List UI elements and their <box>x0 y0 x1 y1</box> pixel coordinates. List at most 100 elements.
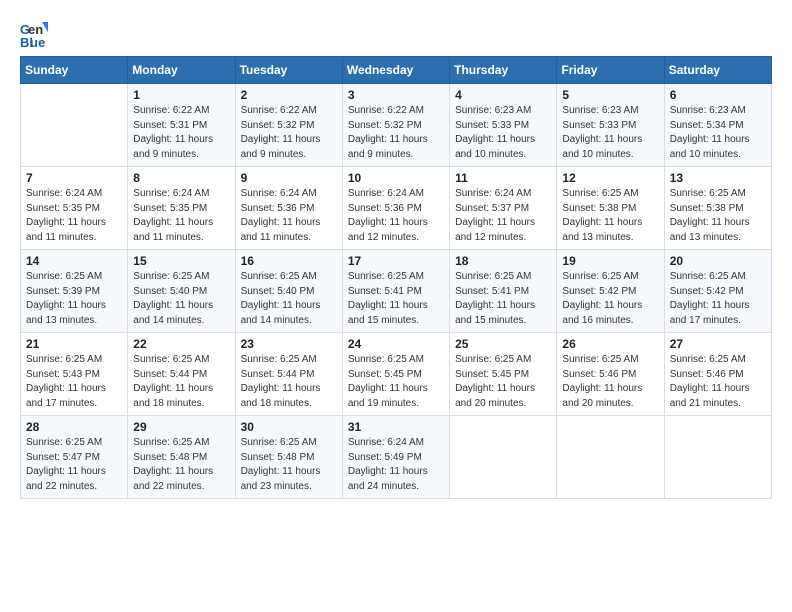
day-number: 10 <box>348 171 444 185</box>
calendar-cell: 22Sunrise: 6:25 AM Sunset: 5:44 PM Dayli… <box>128 333 235 416</box>
calendar-cell: 17Sunrise: 6:25 AM Sunset: 5:41 PM Dayli… <box>342 250 449 333</box>
day-info: Sunrise: 6:24 AM Sunset: 5:36 PM Dayligh… <box>241 187 337 245</box>
day-number: 2 <box>241 88 337 102</box>
svg-text:ue: ue <box>30 35 45 48</box>
day-info: Sunrise: 6:22 AM Sunset: 5:32 PM Dayligh… <box>348 104 444 162</box>
header-tuesday: Tuesday <box>235 57 342 84</box>
day-number: 4 <box>455 88 551 102</box>
day-info: Sunrise: 6:25 AM Sunset: 5:47 PM Dayligh… <box>26 436 122 494</box>
day-info: Sunrise: 6:25 AM Sunset: 5:45 PM Dayligh… <box>455 353 551 411</box>
day-info: Sunrise: 6:25 AM Sunset: 5:46 PM Dayligh… <box>670 353 766 411</box>
day-info: Sunrise: 6:25 AM Sunset: 5:42 PM Dayligh… <box>562 270 658 328</box>
day-info: Sunrise: 6:25 AM Sunset: 5:41 PM Dayligh… <box>455 270 551 328</box>
day-number: 27 <box>670 337 766 351</box>
day-number: 13 <box>670 171 766 185</box>
calendar-cell <box>450 416 557 499</box>
day-number: 21 <box>26 337 122 351</box>
day-number: 3 <box>348 88 444 102</box>
day-info: Sunrise: 6:25 AM Sunset: 5:42 PM Dayligh… <box>670 270 766 328</box>
calendar-cell: 23 Sunrise: 6:25 AM Sunset: 5:44 PM Dayli… <box>235 333 342 416</box>
calendar-body: 1Sunrise: 6:22 AM Sunset: 5:31 PM Daylig… <box>21 84 772 499</box>
day-number: 15 <box>133 254 229 268</box>
day-info: Sunrise: 6:24 AM Sunset: 5:36 PM Dayligh… <box>348 187 444 245</box>
calendar-cell: 10 Sunrise: 6:24 AM Sunset: 5:36 PM Dayli… <box>342 167 449 250</box>
day-number: 20 <box>670 254 766 268</box>
day-info: Sunrise: 6:25 AM Sunset: 5:39 PM Dayligh… <box>26 270 122 328</box>
calendar-cell: 19Sunrise: 6:25 AM Sunset: 5:42 PM Dayli… <box>557 250 664 333</box>
calendar-cell: 5 Sunrise: 6:23 AM Sunset: 5:33 PM Daylig… <box>557 84 664 167</box>
calendar-cell: 15 Sunrise: 6:25 AM Sunset: 5:40 PM Dayli… <box>128 250 235 333</box>
calendar-table: SundayMondayTuesdayWednesdayThursdayFrid… <box>20 56 772 499</box>
calendar-cell <box>557 416 664 499</box>
calendar-week-3: 14 Sunrise: 6:25 AM Sunset: 5:39 PM Dayli… <box>21 250 772 333</box>
day-number: 31 <box>348 420 444 434</box>
day-info: Sunrise: 6:25 AM Sunset: 5:38 PM Dayligh… <box>562 187 658 245</box>
calendar-cell: 29Sunrise: 6:25 AM Sunset: 5:48 PM Dayli… <box>128 416 235 499</box>
day-info: Sunrise: 6:25 AM Sunset: 5:48 PM Dayligh… <box>241 436 337 494</box>
calendar-cell: 2 Sunrise: 6:22 AM Sunset: 5:32 PM Daylig… <box>235 84 342 167</box>
calendar-cell: 7 Sunrise: 6:24 AM Sunset: 5:35 PM Daylig… <box>21 167 128 250</box>
calendar-cell: 25 Sunrise: 6:25 AM Sunset: 5:45 PM Dayli… <box>450 333 557 416</box>
day-info: Sunrise: 6:25 AM Sunset: 5:40 PM Dayligh… <box>241 270 337 328</box>
day-number: 30 <box>241 420 337 434</box>
day-number: 7 <box>26 171 122 185</box>
day-info: Sunrise: 6:25 AM Sunset: 5:40 PM Dayligh… <box>133 270 229 328</box>
calendar-cell: 26 Sunrise: 6:25 AM Sunset: 5:46 PM Dayli… <box>557 333 664 416</box>
day-info: Sunrise: 6:25 AM Sunset: 5:43 PM Dayligh… <box>26 353 122 411</box>
calendar-cell: 18 Sunrise: 6:25 AM Sunset: 5:41 PM Dayli… <box>450 250 557 333</box>
logo: G en Bl ue <box>20 20 52 48</box>
page-header: G en Bl ue <box>20 20 772 48</box>
day-number: 26 <box>562 337 658 351</box>
calendar-week-2: 7 Sunrise: 6:24 AM Sunset: 5:35 PM Daylig… <box>21 167 772 250</box>
calendar-cell: 14 Sunrise: 6:25 AM Sunset: 5:39 PM Dayli… <box>21 250 128 333</box>
day-info: Sunrise: 6:23 AM Sunset: 5:34 PM Dayligh… <box>670 104 766 162</box>
day-number: 16 <box>241 254 337 268</box>
calendar-cell: 13 Sunrise: 6:25 AM Sunset: 5:38 PM Dayli… <box>664 167 771 250</box>
day-number: 5 <box>562 88 658 102</box>
day-number: 9 <box>241 171 337 185</box>
day-number: 23 <box>241 337 337 351</box>
calendar-cell: 27 Sunrise: 6:25 AM Sunset: 5:46 PM Dayli… <box>664 333 771 416</box>
calendar-week-5: 28Sunrise: 6:25 AM Sunset: 5:47 PM Dayli… <box>21 416 772 499</box>
day-number: 25 <box>455 337 551 351</box>
calendar-cell: 20 Sunrise: 6:25 AM Sunset: 5:42 PM Dayli… <box>664 250 771 333</box>
header-wednesday: Wednesday <box>342 57 449 84</box>
calendar-week-4: 21 Sunrise: 6:25 AM Sunset: 5:43 PM Dayli… <box>21 333 772 416</box>
calendar-cell: 12 Sunrise: 6:25 AM Sunset: 5:38 PM Dayli… <box>557 167 664 250</box>
day-info: Sunrise: 6:23 AM Sunset: 5:33 PM Dayligh… <box>562 104 658 162</box>
calendar-cell: 4 Sunrise: 6:23 AM Sunset: 5:33 PM Daylig… <box>450 84 557 167</box>
day-info: Sunrise: 6:22 AM Sunset: 5:32 PM Dayligh… <box>241 104 337 162</box>
day-info: Sunrise: 6:25 AM Sunset: 5:41 PM Dayligh… <box>348 270 444 328</box>
calendar-week-1: 1Sunrise: 6:22 AM Sunset: 5:31 PM Daylig… <box>21 84 772 167</box>
day-number: 22 <box>133 337 229 351</box>
day-info: Sunrise: 6:25 AM Sunset: 5:38 PM Dayligh… <box>670 187 766 245</box>
day-number: 8 <box>133 171 229 185</box>
calendar-cell: 24Sunrise: 6:25 AM Sunset: 5:45 PM Dayli… <box>342 333 449 416</box>
day-number: 12 <box>562 171 658 185</box>
day-info: Sunrise: 6:24 AM Sunset: 5:35 PM Dayligh… <box>133 187 229 245</box>
calendar-cell: 1Sunrise: 6:22 AM Sunset: 5:31 PM Daylig… <box>128 84 235 167</box>
day-info: Sunrise: 6:24 AM Sunset: 5:49 PM Dayligh… <box>348 436 444 494</box>
day-info: Sunrise: 6:22 AM Sunset: 5:31 PM Dayligh… <box>133 104 229 162</box>
day-number: 18 <box>455 254 551 268</box>
header-monday: Monday <box>128 57 235 84</box>
header-friday: Friday <box>557 57 664 84</box>
calendar-cell: 16 Sunrise: 6:25 AM Sunset: 5:40 PM Dayli… <box>235 250 342 333</box>
calendar-cell: 21 Sunrise: 6:25 AM Sunset: 5:43 PM Dayli… <box>21 333 128 416</box>
day-info: Sunrise: 6:25 AM Sunset: 5:44 PM Dayligh… <box>241 353 337 411</box>
day-info: Sunrise: 6:24 AM Sunset: 5:37 PM Dayligh… <box>455 187 551 245</box>
header-thursday: Thursday <box>450 57 557 84</box>
day-number: 14 <box>26 254 122 268</box>
calendar-cell <box>21 84 128 167</box>
day-number: 29 <box>133 420 229 434</box>
calendar-cell: 9 Sunrise: 6:24 AM Sunset: 5:36 PM Daylig… <box>235 167 342 250</box>
day-info: Sunrise: 6:25 AM Sunset: 5:46 PM Dayligh… <box>562 353 658 411</box>
day-number: 24 <box>348 337 444 351</box>
day-info: Sunrise: 6:24 AM Sunset: 5:35 PM Dayligh… <box>26 187 122 245</box>
calendar-cell: 3 Sunrise: 6:22 AM Sunset: 5:32 PM Daylig… <box>342 84 449 167</box>
header-saturday: Saturday <box>664 57 771 84</box>
calendar-cell: 8 Sunrise: 6:24 AM Sunset: 5:35 PM Daylig… <box>128 167 235 250</box>
day-info: Sunrise: 6:23 AM Sunset: 5:33 PM Dayligh… <box>455 104 551 162</box>
day-number: 6 <box>670 88 766 102</box>
calendar-header-row: SundayMondayTuesdayWednesdayThursdayFrid… <box>21 57 772 84</box>
